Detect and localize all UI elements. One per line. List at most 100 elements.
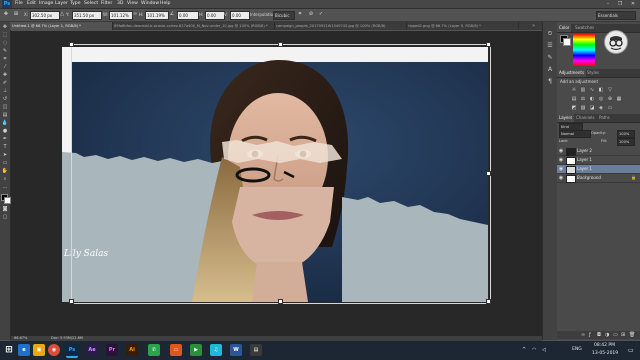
layer-row[interactable]: ◉ Background 🔒 [557, 174, 640, 183]
visibility-eye-icon[interactable]: ◉ [558, 157, 564, 163]
visibility-eye-icon[interactable]: ◉ [558, 148, 564, 154]
history-panel-icon[interactable]: ⏲ [546, 30, 554, 38]
menu-image[interactable]: Image [39, 0, 53, 8]
tray-arrow-icon[interactable]: ^ [522, 347, 526, 353]
fill-input[interactable]: 100% [617, 138, 635, 146]
taskbar-word-icon[interactable]: W [230, 344, 242, 356]
brush-tool-icon[interactable]: ✐ [1, 80, 9, 87]
color-balance-icon[interactable]: ⚖ [580, 96, 586, 102]
taskbar-explorer-icon[interactable]: ▣ [33, 344, 45, 356]
cancel-transform-icon[interactable]: ⊘ [307, 11, 315, 18]
threshold-icon[interactable]: ◪ [589, 105, 595, 111]
warp-icon[interactable]: ⌗ [296, 11, 304, 18]
dodge-tool-icon[interactable]: ● [1, 128, 9, 135]
start-button-icon[interactable]: ⊞ [3, 344, 15, 356]
marquee-tool-icon[interactable]: ⬚ [1, 32, 9, 39]
taskbar-office-icon[interactable]: ▭ [170, 344, 182, 356]
width-input[interactable]: 101.12% [109, 11, 133, 20]
taskbar-photoshop-icon[interactable]: Ps [66, 344, 78, 358]
zoom-tool-icon[interactable]: ⌕ [1, 176, 9, 183]
transform-handle-top[interactable] [278, 42, 283, 47]
curves-icon[interactable]: ∿ [589, 87, 595, 93]
transform-handle-bottom-left[interactable] [69, 299, 74, 304]
blur-tool-icon[interactable]: 💧 [1, 120, 9, 127]
doc-tab-ripped-png[interactable]: ripped2.png @ 66.7% (Layer 0, RGB/8) * [406, 22, 519, 30]
crop-tool-icon[interactable]: ⌗ [1, 56, 9, 63]
hand-tool-icon[interactable]: ✋ [1, 168, 9, 175]
move-tool-preset-icon[interactable]: ✥ [2, 11, 10, 18]
taskbar-edge-icon[interactable]: e [18, 344, 30, 356]
invert-icon[interactable]: ◩ [571, 105, 577, 111]
hue-saturation-icon[interactable]: ▤ [571, 96, 577, 102]
pen-tool-icon[interactable]: ✒ [1, 136, 9, 143]
menu-window[interactable]: Window [141, 0, 159, 8]
color-spectrum[interactable] [573, 34, 595, 66]
eyedropper-tool-icon[interactable]: ⁄ [1, 64, 9, 71]
blend-mode-select[interactable]: Normal [559, 130, 591, 138]
tabs-overflow-icon[interactable]: » [532, 22, 535, 30]
interpolation-select[interactable]: Bicubic [273, 11, 295, 20]
document-canvas[interactable]: Lily Salas [62, 47, 488, 302]
taskbar-media-icon[interactable]: ▶ [190, 344, 202, 356]
exposure-icon[interactable]: ◧ [598, 87, 604, 93]
doc-tab-campaign-jpg[interactable]: campaign_people_20170921W1549743.jpg @ 1… [274, 22, 407, 30]
transform-handle-right[interactable] [486, 171, 491, 176]
menu-type[interactable]: Type [70, 0, 81, 8]
taskbar-chrome-icon[interactable]: ◉ [48, 344, 60, 356]
transform-handle-top-left[interactable] [69, 42, 74, 47]
layer-row[interactable]: ◉ Layer 1 [557, 156, 640, 165]
menu-edit[interactable]: Edit [27, 0, 36, 8]
menu-view[interactable]: View [127, 0, 138, 8]
height-input[interactable]: 101.19% [145, 11, 169, 20]
doc-tab-untitled[interactable]: Untitled-1 @ 66.7% (Layer 1, RGB/8) * [10, 22, 113, 30]
menu-file[interactable]: File [15, 0, 23, 8]
history-brush-tool-icon[interactable]: ↺ [1, 96, 9, 103]
screen-mode-icon[interactable]: ▢ [1, 214, 9, 221]
clock-date[interactable]: 13-05-2019 [592, 351, 618, 356]
menu-filter[interactable]: Filter [101, 0, 112, 8]
h-skew-input[interactable]: 0.00 [205, 11, 225, 20]
tab-layers[interactable]: Layers [557, 114, 575, 122]
tab-channels[interactable]: Channels [574, 114, 597, 122]
taskbar-phone-icon[interactable]: ✆ [148, 344, 160, 356]
transform-handle-bottom-right[interactable] [486, 299, 491, 304]
tab-adjustments[interactable]: Adjustments [557, 69, 587, 77]
notifications-icon[interactable]: ▭ [628, 347, 634, 354]
maximize-button[interactable]: ❐ [614, 0, 626, 8]
selective-color-icon[interactable]: ◈ [598, 105, 604, 111]
y-input[interactable]: 351.50 px [72, 11, 102, 20]
transform-handle-bottom[interactable] [278, 299, 283, 304]
clone-stamp-tool-icon[interactable]: ⊥ [1, 88, 9, 95]
quick-mask-icon[interactable]: ◙ [1, 206, 9, 213]
volume-icon[interactable]: ◁ [542, 347, 546, 353]
angle-input[interactable]: 0.00 [177, 11, 199, 20]
color-background-chip[interactable] [563, 38, 571, 46]
tab-styles[interactable]: Styles [585, 69, 601, 77]
menu-help[interactable]: Help [160, 0, 170, 8]
photo-filter-icon[interactable]: ◎ [598, 96, 604, 102]
x-input[interactable]: 302.50 px [30, 11, 60, 20]
taskbar-music-icon[interactable]: ♫ [210, 344, 222, 356]
menu-3d[interactable]: 3D [117, 0, 123, 8]
channel-mixer-icon[interactable]: ⊕ [607, 96, 613, 102]
background-color-swatch[interactable] [4, 197, 11, 204]
quick-select-tool-icon[interactable]: ✎ [1, 48, 9, 55]
move-tool-icon[interactable]: ✥ [1, 24, 9, 31]
brush-panel-icon[interactable]: ✎ [546, 54, 554, 62]
shape-tool-icon[interactable]: ▭ [1, 160, 9, 167]
brightness-contrast-icon[interactable]: ☼ [571, 87, 577, 93]
delete-layer-icon[interactable]: 🗑 [629, 332, 635, 338]
new-layer-icon[interactable]: ⊞ [621, 332, 625, 338]
character-panel-icon[interactable]: A [546, 66, 554, 74]
menu-layer[interactable]: Layer [55, 0, 68, 8]
transform-handle-top-right[interactable] [486, 42, 491, 47]
layer-row[interactable]: ◉ Layer 1 [557, 165, 640, 174]
tab-paths[interactable]: Paths [597, 114, 612, 122]
v-skew-input[interactable]: 0.00 [230, 11, 250, 20]
menu-select[interactable]: Select [84, 0, 98, 8]
wifi-icon[interactable]: ◠ [532, 347, 536, 353]
levels-icon[interactable]: ▥ [580, 87, 586, 93]
path-selection-tool-icon[interactable]: ➤ [1, 152, 9, 159]
layer-row[interactable]: ◉ Layer 2 [557, 147, 640, 156]
layer-style-icon[interactable]: ƒ [589, 332, 591, 338]
